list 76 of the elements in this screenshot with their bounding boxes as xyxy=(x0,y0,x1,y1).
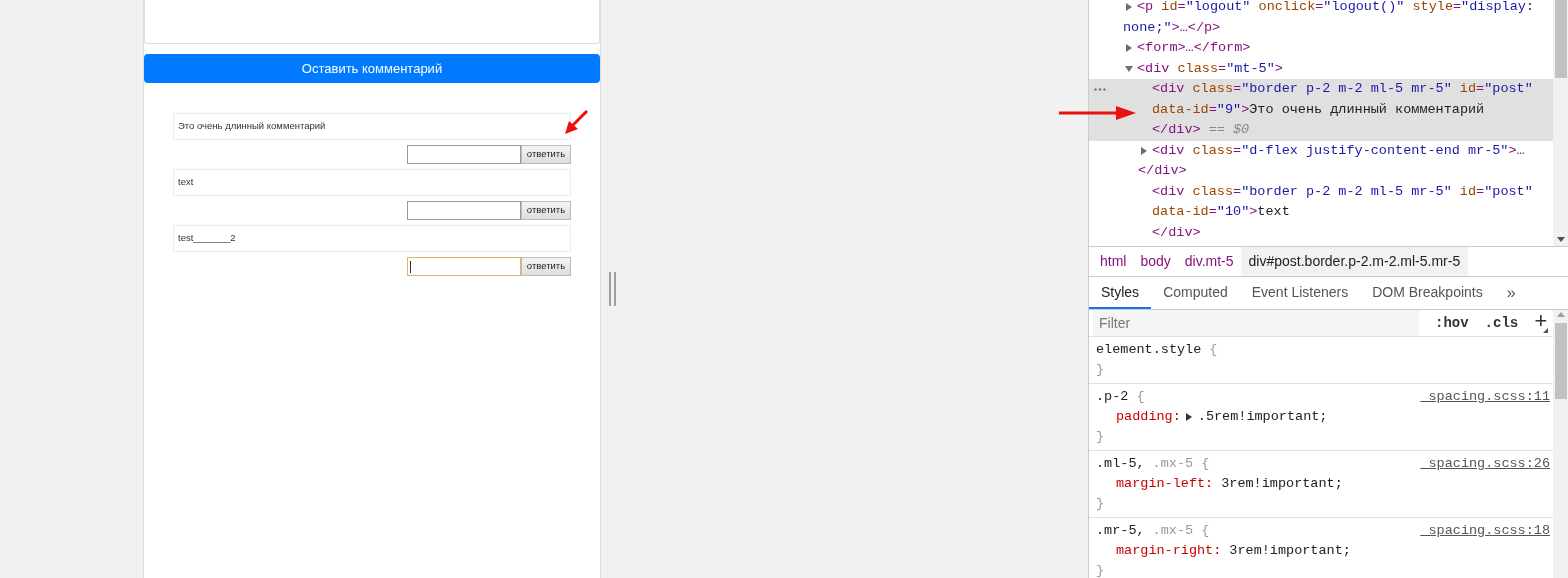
markup-line: </div> xyxy=(1138,162,1187,180)
markup-line: data-id="9">Это очень длинный комментарий xyxy=(1152,100,1485,119)
scrollbar-thumb[interactable] xyxy=(1554,0,1567,78)
markup-line: </div> xyxy=(1152,223,1201,242)
tab[interactable]: DOM Breakpoints xyxy=(1360,277,1495,309)
breadcrumb[interactable]: div.mt-5 xyxy=(1177,247,1241,276)
css-property-value: 3rem!important; xyxy=(1229,543,1351,558)
reply-input-field[interactable] xyxy=(407,145,521,164)
css-property-name: margin-left: xyxy=(1116,475,1214,493)
css-selector: .ml-5, xyxy=(1096,455,1145,473)
opening-brace: { xyxy=(1209,341,1218,359)
more-options-icon[interactable] xyxy=(1094,88,1106,91)
markup-line: <div class="d-flex justify-content-end mr-5">… xyxy=(1152,141,1525,160)
toolbar-button[interactable]: :hov xyxy=(1435,312,1469,334)
comment-text: test_______2 xyxy=(173,225,571,252)
css-selector: element.style xyxy=(1096,341,1202,359)
css-property-value: 3rem!important; xyxy=(1221,476,1343,491)
markup-line: <div class="border p-2 m-2 ml-5 mr-5" id="post" xyxy=(1152,182,1533,201)
tab[interactable]: Event Listeners xyxy=(1239,277,1361,309)
breadcrumb[interactable]: div#post.border.p-2.m-2.ml-5.mr-5 xyxy=(1240,247,1469,276)
opening-brace: { xyxy=(1201,522,1210,540)
css-selector: .p-2 xyxy=(1096,388,1129,406)
reply-input-field[interactable] xyxy=(407,201,521,220)
source-link[interactable]: _spacing.scss:11 xyxy=(1420,387,1550,407)
filter-field[interactable]: Filter xyxy=(1093,310,1419,336)
markup-line: </div> == $0 xyxy=(1152,121,1250,139)
scrollbar[interactable] xyxy=(1553,0,1568,246)
tab[interactable]: Computed xyxy=(1151,277,1240,309)
dom-node-row[interactable]: <p id="logout" onclick="logout()" style="display: none;">…</p> xyxy=(1089,0,1553,38)
more-tabs-button[interactable]: » xyxy=(1494,277,1528,309)
css-property-name: padding: xyxy=(1116,408,1181,426)
markup-line: none;">…</p> xyxy=(1123,18,1221,37)
css-selector: .mr-5, xyxy=(1096,522,1145,540)
markup-line: <div class="mt-5"> xyxy=(1137,59,1283,78)
collapse-triangle-icon[interactable] xyxy=(1125,64,1133,73)
dom-node-row[interactable]: <div class="mt-5"> xyxy=(1089,58,1553,79)
dom-node-row[interactable]: <form>…</form> xyxy=(1089,38,1553,59)
breadcrumb[interactable]: body xyxy=(1133,247,1178,276)
source-link[interactable]: _spacing.scss:18 xyxy=(1420,521,1550,541)
comment-text: text xyxy=(173,169,571,196)
css-property-name: margin-right: xyxy=(1116,542,1222,560)
corner-triangle-icon xyxy=(1543,328,1549,333)
reply-button[interactable]: ответить xyxy=(521,201,571,220)
source-link[interactable]: _spacing.scss:26 xyxy=(1420,454,1550,474)
annotation-arrow-icon xyxy=(1059,106,1136,120)
comment-text: Это очень длинный комментарий xyxy=(173,113,571,140)
dom-node-row[interactable]: <div class="d-flex justify-content-end mr-5">… </div> xyxy=(1089,140,1553,182)
closing-brace: } xyxy=(1096,361,1106,379)
css-property-value: .5rem!important; xyxy=(1197,408,1328,426)
scrollbar-thumb[interactable] xyxy=(1554,323,1567,399)
scroll-up-icon[interactable] xyxy=(1556,312,1565,317)
scroll-down-icon[interactable] xyxy=(1556,237,1565,242)
expand-triangle-icon[interactable] xyxy=(1184,413,1193,421)
css-selector: .mx-5 xyxy=(1152,455,1194,473)
scrollbar[interactable] xyxy=(1553,310,1568,578)
css-selector: .mx-5 xyxy=(1152,522,1194,540)
markup-line: <p id="logout" onclick="logout()" style="display: xyxy=(1137,0,1534,16)
toolbar-button[interactable]: + xyxy=(1534,313,1548,333)
markup-line: <div class="border p-2 m-2 ml-5 mr-5" id="post" xyxy=(1152,80,1533,98)
reply-button[interactable]: ответить xyxy=(521,257,571,276)
submit-button[interactable]: Оставить комментарий xyxy=(144,54,600,83)
dom-node-row[interactable]: <div class="border p-2 m-2 ml-5 mr-5" id="post" data-id="10">text </div> xyxy=(1089,181,1553,243)
reply-button[interactable]: ответить xyxy=(521,145,571,164)
reply-input-field[interactable] xyxy=(407,257,521,276)
dom-node-row[interactable]: <div class="border p-2 m-2 ml-5 mr-5" id="post" data-id="9">Это очень длинный комментарий </div> == $0 xyxy=(1089,79,1553,141)
opening-brace: { xyxy=(1136,388,1145,406)
splitter-handle-icon[interactable] xyxy=(609,272,617,306)
markup-line: data-id="10">text xyxy=(1152,203,1290,221)
annotation-arrow-icon xyxy=(563,110,589,136)
closing-brace: } xyxy=(1096,562,1106,578)
opening-brace: { xyxy=(1201,455,1210,473)
breadcrumb[interactable]: html xyxy=(1093,247,1134,276)
toolbar-button[interactable]: .cls xyxy=(1484,312,1519,334)
markup-line: <form>…</form> xyxy=(1137,39,1251,57)
closing-brace: } xyxy=(1096,428,1106,446)
closing-brace: } xyxy=(1096,495,1106,513)
